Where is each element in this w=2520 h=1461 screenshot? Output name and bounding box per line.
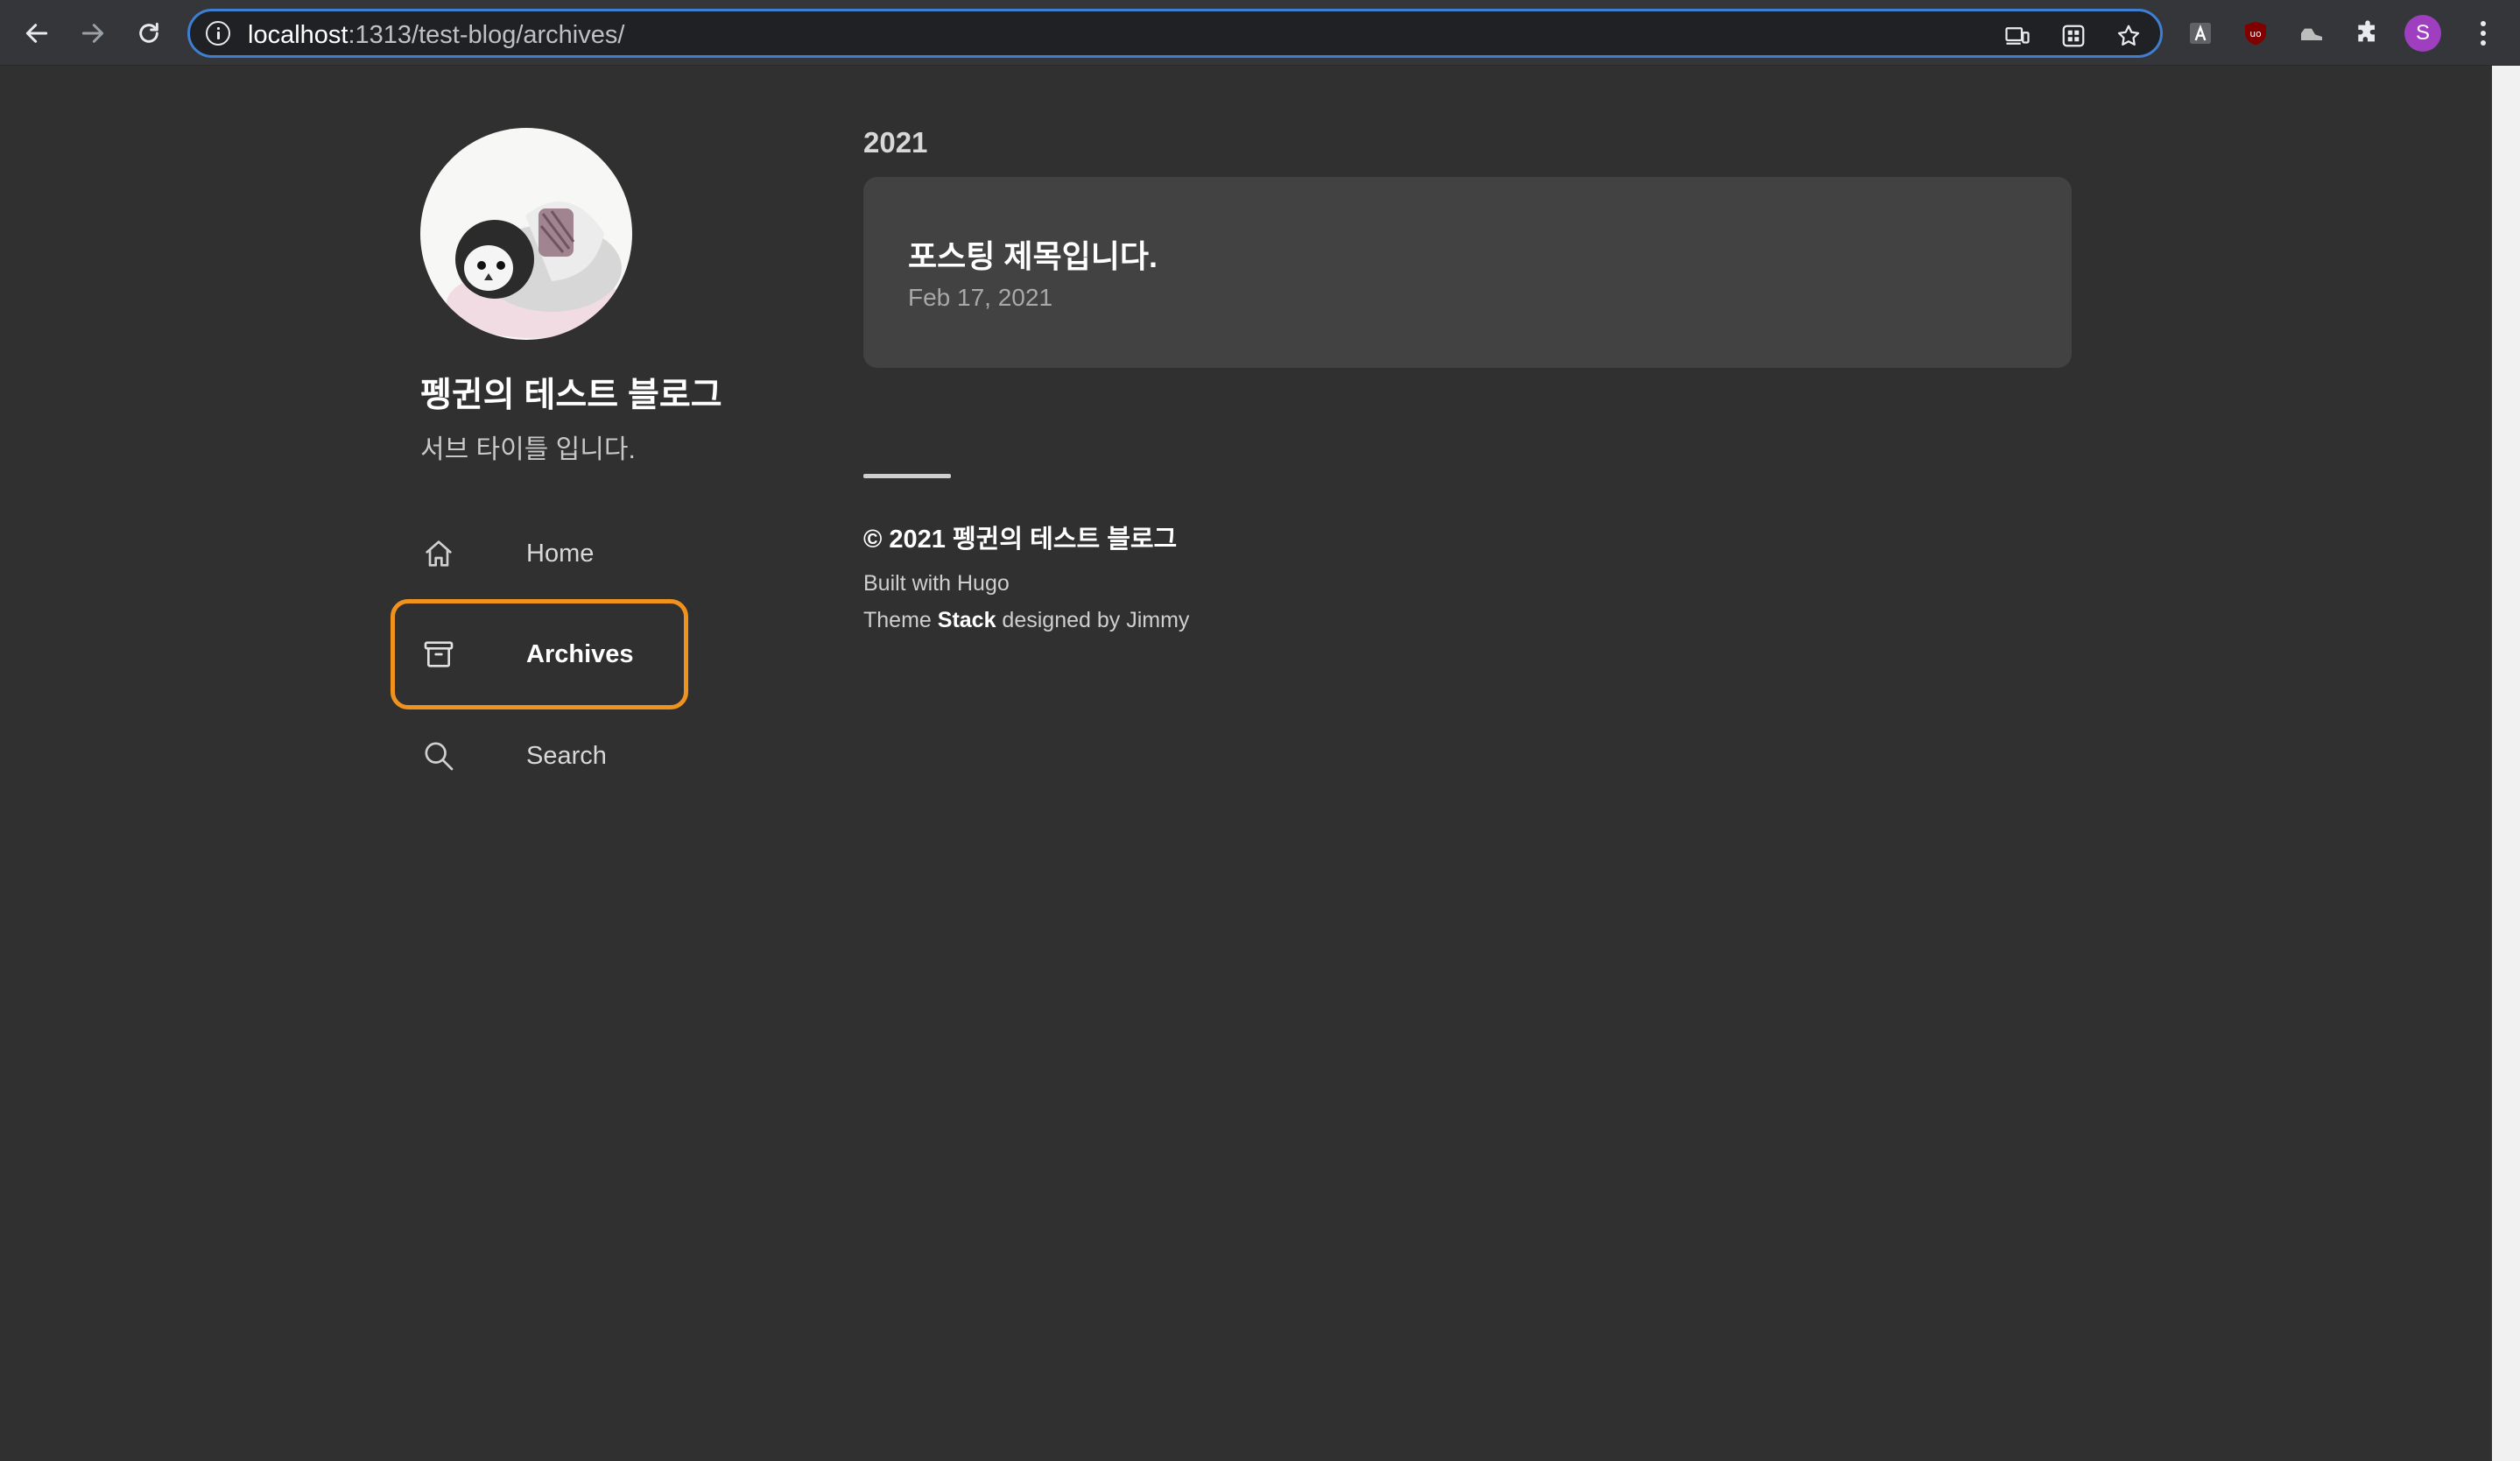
- home-icon: [421, 536, 456, 571]
- bookmark-star-icon[interactable]: [2114, 21, 2143, 51]
- profile-avatar-image[interactable]: [420, 128, 632, 340]
- forward-button[interactable]: [72, 12, 114, 54]
- penguin-illustration-icon: [447, 201, 622, 338]
- menu-item-label: Search: [526, 741, 607, 770]
- profile-avatar[interactable]: S: [2404, 15, 2441, 52]
- back-button[interactable]: [16, 12, 58, 54]
- shoe-extension-icon[interactable]: [2296, 18, 2327, 49]
- reload-button[interactable]: [128, 12, 170, 54]
- forward-arrow-icon: [81, 24, 104, 43]
- url-host: localhost: [248, 21, 348, 49]
- theme-suffix: designed by Jimmy: [996, 608, 1190, 632]
- ublock-origin-icon[interactable]: uo: [2240, 18, 2271, 49]
- footer-theme-credit: Theme Stack designed by Jimmy: [863, 608, 1189, 633]
- url-path: :1313/test-blog/archives/: [348, 21, 625, 49]
- menu-item-label: Home: [526, 539, 595, 568]
- qr-code-icon[interactable]: [2059, 21, 2088, 51]
- menu-item-home[interactable]: Home: [391, 501, 688, 606]
- address-bar[interactable]: localhost:1313/test-blog/archives/: [187, 9, 2163, 58]
- archive-year-heading: 2021: [863, 126, 928, 159]
- browser-toolbar: localhost:1313/test-blog/archives/ uo S: [0, 0, 2520, 66]
- site-info-icon[interactable]: [206, 21, 230, 46]
- svg-text:uo: uo: [2249, 28, 2261, 39]
- menu-item-search[interactable]: Search: [391, 703, 688, 808]
- url-text[interactable]: localhost:1313/test-blog/archives/: [248, 21, 624, 50]
- footer-divider: [863, 474, 951, 478]
- puzzle-extensions-icon[interactable]: [2352, 18, 2383, 49]
- theme-name-link[interactable]: Stack: [938, 608, 996, 632]
- footer-copyright: © 2021 펭귄의 테스트 블로그: [863, 526, 1178, 554]
- site-title[interactable]: 펭귄의 테스트 블로그: [420, 368, 722, 417]
- search-icon: [421, 738, 456, 773]
- browser-menu-icon[interactable]: [2467, 18, 2499, 49]
- theme-prefix: Theme: [863, 608, 938, 632]
- back-arrow-icon: [25, 24, 48, 43]
- post-title[interactable]: 포스팅 제목입니다.: [908, 231, 1158, 277]
- reload-icon: [139, 22, 158, 43]
- page-edge-strip: [2492, 66, 2520, 1461]
- footer-built-with[interactable]: Built with Hugo: [863, 571, 1010, 596]
- post-date: Feb 17, 2021: [908, 284, 1053, 311]
- annotation-highlight-box: [391, 599, 688, 709]
- cast-icon[interactable]: [2003, 21, 2032, 51]
- post-card[interactable]: 포스팅 제목입니다. Feb 17, 2021: [863, 177, 2072, 368]
- translate-extension-icon[interactable]: [2185, 18, 2216, 49]
- site-subtitle: 서브 타이틀 입니다.: [420, 435, 636, 464]
